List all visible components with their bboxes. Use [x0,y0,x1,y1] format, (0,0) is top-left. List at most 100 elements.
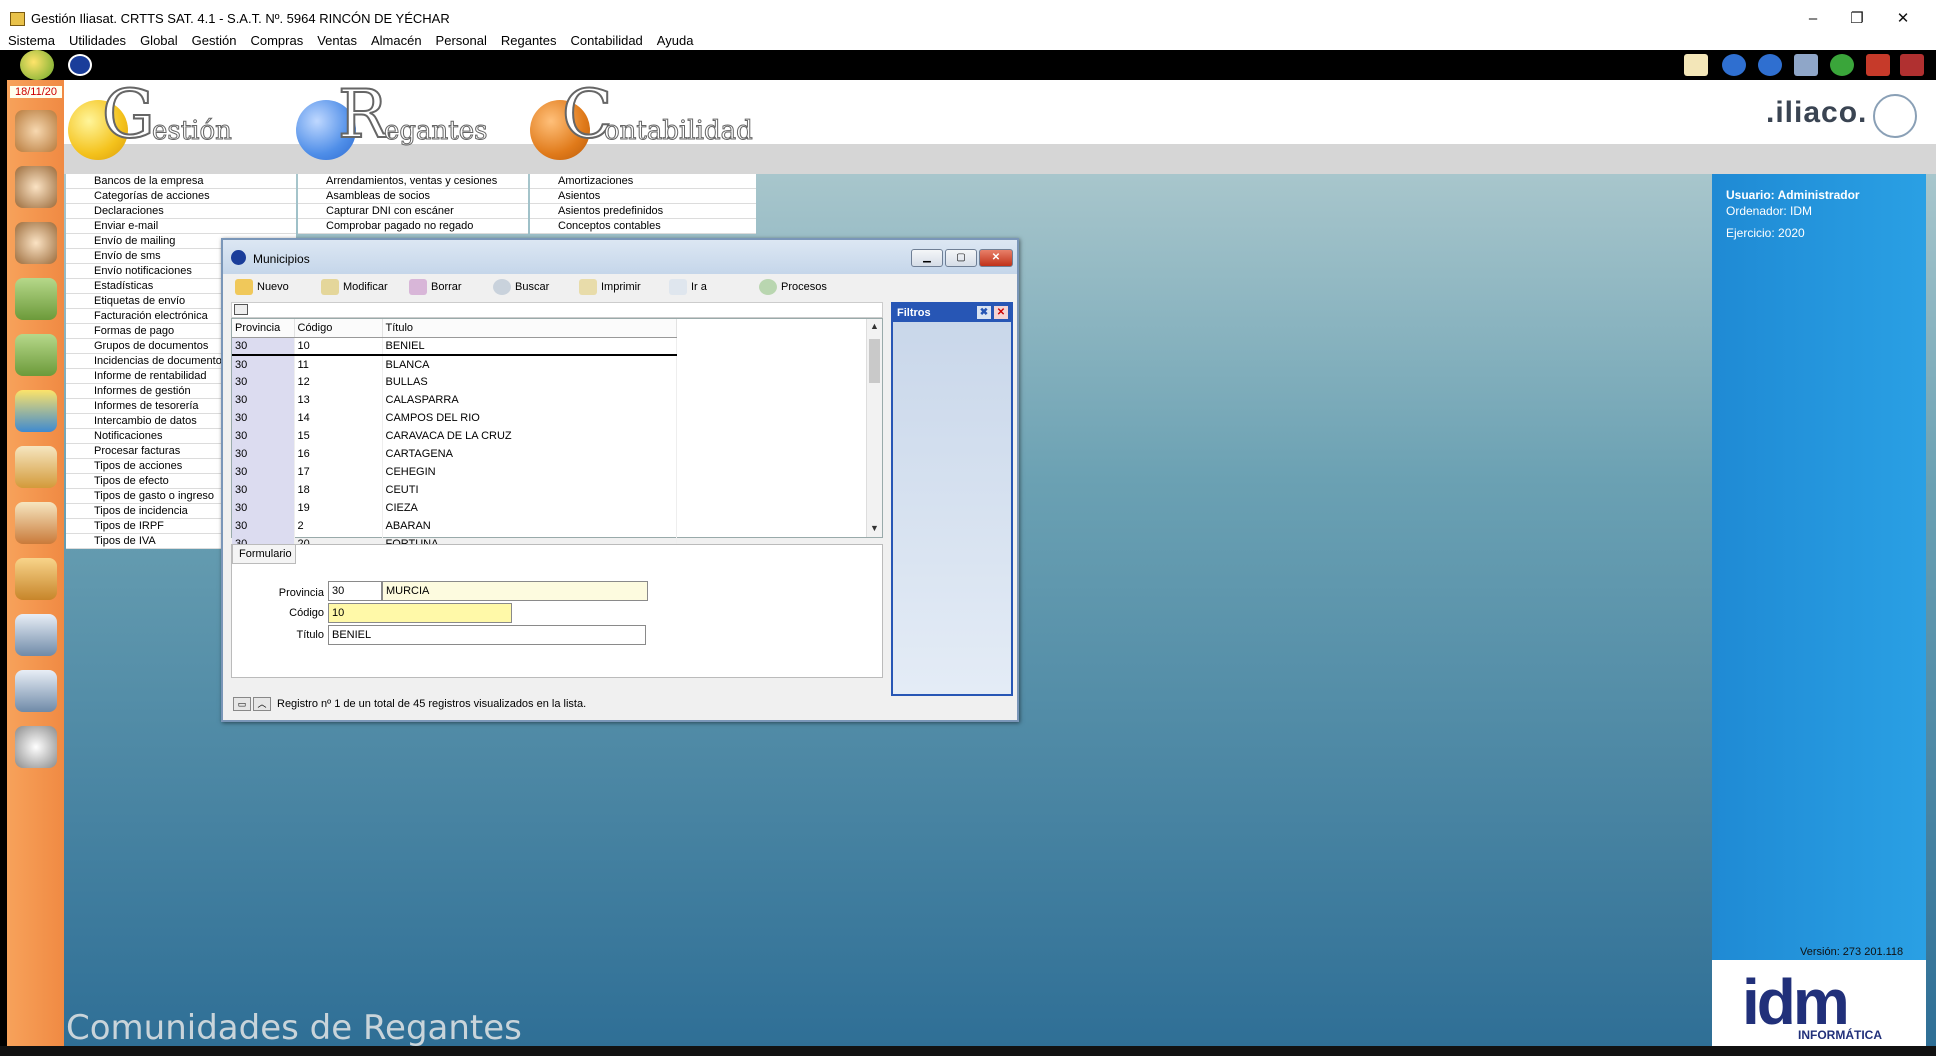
table-row[interactable]: 30 13 CALASPARRA [232,391,677,409]
cell-codigo: 2 [294,517,383,535]
table-row[interactable]: 30 17 CEHEGIN [232,463,677,481]
disk-tools-icon[interactable] [15,726,57,768]
package-icon[interactable] [15,558,57,600]
buscar-button[interactable]: Buscar [491,277,549,297]
menu-ventas[interactable]: Ventas [309,30,363,48]
menu-item[interactable]: Conceptos contables [530,219,756,234]
mail-icon[interactable] [1684,54,1708,76]
person-icon[interactable] [15,222,57,264]
menu-item[interactable]: Amortizaciones [530,174,756,189]
search-icon [493,279,511,295]
menu-item[interactable]: Enviar e-mail [66,219,296,234]
menu-item[interactable]: Bancos de la empresa [66,174,296,189]
table-row[interactable]: 30 19 CIEZA [232,499,677,517]
menu-compras[interactable]: Compras [242,30,309,48]
back-arrow-icon[interactable] [1722,54,1746,76]
table-row[interactable]: 30 14 CAMPOS DEL RIO [232,409,677,427]
report-icon[interactable] [15,670,57,712]
close-window-icon[interactable] [1866,54,1890,76]
user-icon[interactable] [15,166,57,208]
menu-item[interactable]: Comprobar pagado no regado [298,219,528,234]
menu-almacen[interactable]: Almacén [363,30,428,48]
modificar-button[interactable]: Modificar [319,277,388,297]
invoice-icon[interactable] [15,502,57,544]
scroll-down-icon[interactable]: ▼ [870,523,879,533]
menu-item[interactable]: Arrendamientos, ventas y cesiones [298,174,528,189]
filters-close-icon[interactable]: ✕ [994,306,1008,319]
dialog-title-bar[interactable]: Municipios ▁ ▢ ✕ [223,240,1017,274]
home-icon[interactable] [20,50,54,80]
print-icon [579,279,597,295]
nuevo-button[interactable]: Nuevo [233,277,289,297]
codigo-field[interactable]: 10 [328,603,512,623]
app-logo-icon[interactable] [68,54,92,76]
menu-regantes[interactable]: Regantes [493,30,563,48]
cell-provincia: 30 [232,355,295,373]
titulo-field[interactable]: BENIEL [328,625,646,645]
status-bar: ▭ ︿ Registro nº 1 de un total de 45 regi… [231,694,883,714]
collapse-up-icon[interactable]: ︿ [253,697,271,711]
dialog-maximize-button[interactable]: ▢ [945,249,977,267]
cell-titulo: CALASPARRA [382,391,677,409]
contabilidad-word: ontabilidad [604,116,754,147]
menu-personal[interactable]: Personal [428,30,493,48]
column-header-codigo[interactable]: Código [294,319,383,338]
help-icon[interactable] [1830,54,1854,76]
menu-item[interactable]: Categorías de acciones [66,189,296,204]
minimize-button[interactable]: – [1790,6,1836,32]
table-row[interactable]: 30 16 CARTAGENA [232,445,677,463]
menu-global[interactable]: Global [132,30,184,48]
forward-arrow-icon[interactable] [1758,54,1782,76]
restore-button[interactable]: ❐ [1834,6,1880,32]
menu-utilidades[interactable]: Utilidades [61,30,132,48]
shopping-bag-icon[interactable] [15,278,57,320]
table-row[interactable]: 30 10 BENIEL [232,337,677,356]
menu-item[interactable]: Asambleas de socios [298,189,528,204]
filters-pin-icon[interactable]: ✖ [977,306,991,319]
record-nav-icon[interactable]: ▭ [233,697,251,711]
edit-pencil-icon[interactable] [15,446,57,488]
cell-provincia: 30 [232,373,295,391]
column-header-provincia[interactable]: Provincia [232,319,295,338]
scroll-thumb[interactable] [869,339,880,383]
close-button[interactable]: ✕ [1880,6,1926,32]
bag-icon[interactable] [15,334,57,376]
exit-icon[interactable] [1900,54,1924,76]
table-row[interactable]: 30 2 ABARAN [232,517,677,535]
grid-menu-icon[interactable] [234,304,248,315]
grid-filter-bar[interactable] [231,302,883,318]
list-icon[interactable] [1794,54,1818,76]
menu-contabilidad[interactable]: Contabilidad [563,30,649,48]
procesos-button[interactable]: Procesos [757,277,827,297]
menu-sistema[interactable]: Sistema [0,30,61,48]
table-row[interactable]: 30 11 BLANCA [232,355,677,373]
grid-scrollbar[interactable]: ▲ ▼ [866,319,882,537]
menu-item[interactable]: Capturar DNI con escáner [298,204,528,219]
sepa-icon[interactable] [15,390,57,432]
table-row[interactable]: 30 18 CEUTI [232,481,677,499]
menu-item[interactable]: Declaraciones [66,204,296,219]
dialog-close-button[interactable]: ✕ [979,249,1013,267]
provincia-code-field[interactable]: 30 [328,581,382,601]
users-group-icon[interactable] [15,110,57,152]
cell-codigo: 14 [294,409,383,427]
tab-formulario[interactable]: Formulario [232,544,296,564]
table-row[interactable]: 30 15 CARAVACA DE LA CRUZ [232,427,677,445]
scroll-up-icon[interactable]: ▲ [870,321,879,331]
imprimir-label: Imprimir [601,281,641,293]
menu-item[interactable]: Asientos predefinidos [530,204,756,219]
menu-gestion[interactable]: Gestión [184,30,243,48]
column-header-titulo[interactable]: Título [382,319,677,338]
dialog-minimize-button[interactable]: ▁ [911,249,943,267]
cell-provincia: 30 [232,499,295,517]
filters-title: Filtros [897,307,931,319]
table-row[interactable]: 30 12 BULLAS [232,373,677,391]
gestion-word: estión [152,116,233,147]
borrar-button[interactable]: Borrar [407,277,462,297]
menu-ayuda[interactable]: Ayuda [649,30,700,48]
cell-titulo: CAMPOS DEL RIO [382,409,677,427]
document-list-icon[interactable] [15,614,57,656]
ir-a-button[interactable]: Ir a [667,277,707,297]
imprimir-button[interactable]: Imprimir [577,277,641,297]
menu-item[interactable]: Asientos [530,189,756,204]
